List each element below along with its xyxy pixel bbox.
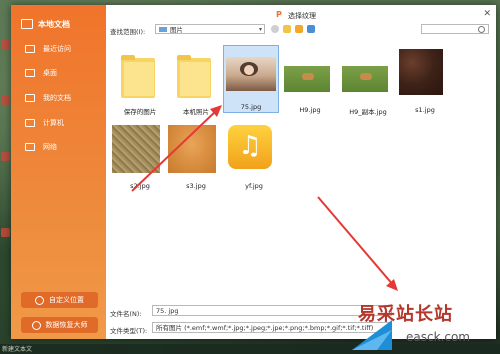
watermark-en-text: easck.com [406, 330, 470, 344]
sidebar-header: 本地文档 [21, 17, 70, 31]
file-name: s1.jpg [415, 106, 435, 114]
sidebar-item-label: 桌面 [43, 69, 57, 77]
sidebar-item-recent[interactable]: 最近访问 [25, 42, 103, 56]
desktop-app-icon[interactable] [1, 152, 10, 161]
recent-icon [25, 45, 35, 53]
sidebar-item-label: 计算机 [43, 119, 64, 127]
sidebar-item-computer[interactable]: 计算机 [25, 116, 103, 130]
desktop-icon [25, 69, 35, 77]
sidebar-item-label: 网络 [43, 143, 57, 151]
search-input[interactable] [421, 24, 489, 34]
file-item-folder[interactable]: 本机照片 [168, 49, 224, 117]
watermark-cn-text: 易采站长站 [358, 304, 453, 325]
look-in-label: 查找范围(I): [110, 28, 146, 36]
close-icon[interactable]: ✕ [483, 9, 491, 19]
data-recovery-button[interactable]: 数据恢复大师 [21, 317, 98, 333]
desktop-app-icon[interactable] [1, 228, 10, 237]
site-watermark: 易采站长站 easck.com [340, 296, 500, 354]
title-bar: P 选择纹理 ✕ [106, 5, 496, 21]
look-in-value: 图片 [170, 26, 183, 34]
sidebar-item-label: 我的文档 [43, 94, 71, 102]
app-logo-icon: P [276, 10, 282, 19]
folder-small-icon [159, 26, 167, 32]
plus-icon [35, 295, 44, 305]
taskbar-item-label[interactable]: 新建文本文 [2, 344, 32, 353]
file-name: yf.jpg [245, 182, 263, 190]
data-recovery-label: 数据恢复大师 [45, 321, 88, 329]
file-grid: 保存的图片 本机照片 75.jpg H9.jpg H9_副本.jpg s1.jp… [106, 39, 496, 279]
folder-icon [121, 55, 155, 98]
file-name: 75.jpg [240, 103, 262, 111]
music-icon: ♫ [228, 125, 272, 169]
file-name: 保存的图片 [123, 108, 157, 116]
look-in-dropdown[interactable]: 图片 ▾ [155, 24, 265, 34]
file-item-image[interactable]: s1.jpg [397, 49, 453, 117]
documents-icon [25, 94, 35, 102]
wood-texture-thumbnail [168, 125, 216, 173]
network-icon [25, 143, 35, 151]
custom-location-button[interactable]: 自定义位置 [21, 292, 98, 308]
open-texture-dialog: 本地文档 最近访问 桌面 我的文档 计算机 网络 自定义位置 数据恢复大师 P … [11, 5, 496, 339]
new-folder-icon[interactable] [295, 25, 303, 33]
filetype-label: 文件类型(T): [110, 327, 148, 335]
filename-label: 文件名(N): [110, 310, 142, 318]
sidebar-item-desktop[interactable]: 桌面 [25, 66, 103, 80]
location-sidebar: 本地文档 最近访问 桌面 我的文档 计算机 网络 自定义位置 数据恢复大师 [11, 5, 106, 339]
file-item-folder[interactable]: 保存的图片 [112, 49, 168, 117]
folder-icon [177, 55, 211, 98]
file-name: s2.jpg [130, 182, 150, 190]
dialog-title: 选择纹理 [288, 12, 316, 20]
file-item-image[interactable]: s2.jpg [112, 125, 168, 193]
desktop-app-icon[interactable] [1, 40, 10, 49]
file-item-image[interactable]: ♫ yf.jpg [226, 125, 282, 193]
deer-thumbnail [284, 66, 330, 92]
file-name: s3.jpg [186, 182, 206, 190]
custom-location-label: 自定义位置 [49, 296, 84, 304]
dark-texture-thumbnail [399, 49, 443, 95]
sidebar-item-label: 最近访问 [43, 45, 71, 53]
up-folder-icon[interactable] [283, 25, 291, 33]
view-menu-icon[interactable] [307, 25, 315, 33]
desktop-app-icon[interactable] [1, 96, 10, 105]
photo-thumbnail [226, 57, 276, 91]
sidebar-item-documents[interactable]: 我的文档 [25, 91, 103, 105]
deer-thumbnail [342, 66, 388, 92]
sand-texture-thumbnail [112, 125, 160, 173]
computer-small-icon [25, 119, 35, 127]
back-icon[interactable] [271, 25, 279, 33]
computer-icon [21, 19, 33, 29]
file-name: H9.jpg [299, 106, 321, 114]
file-item-selected[interactable]: 75.jpg [223, 45, 279, 113]
search-icon [478, 26, 485, 33]
file-item-image[interactable]: s3.jpg [168, 125, 224, 193]
recovery-icon [31, 320, 41, 330]
sidebar-title: 本地文档 [38, 19, 70, 29]
toolbar: 查找范围(I): 图片 ▾ [106, 23, 496, 37]
file-name: 本机照片 [183, 108, 209, 116]
file-name: H9_副本.jpg [349, 108, 387, 116]
chevron-down-icon: ▾ [258, 26, 262, 33]
sidebar-item-network[interactable]: 网络 [25, 140, 103, 154]
file-item-image[interactable]: H9.jpg [282, 49, 338, 117]
file-item-image[interactable]: H9_副本.jpg [340, 49, 396, 117]
